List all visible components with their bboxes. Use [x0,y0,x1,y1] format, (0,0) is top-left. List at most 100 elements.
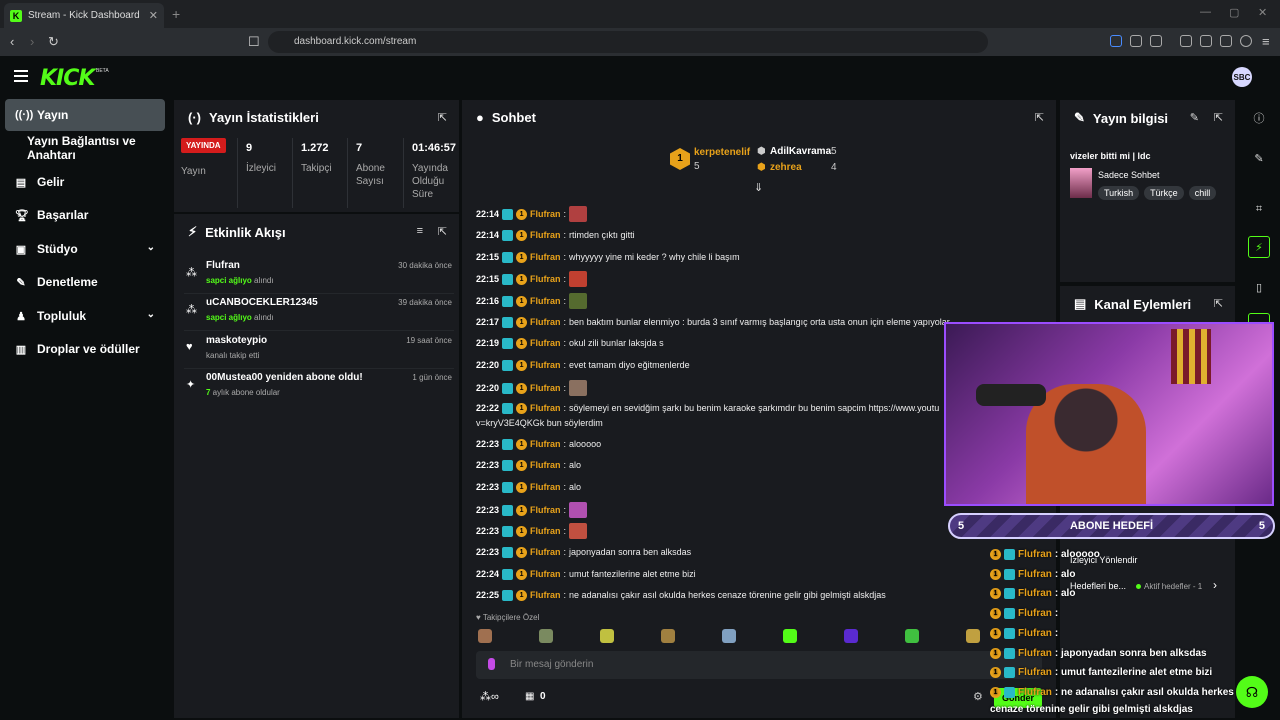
popout-icon[interactable]: ⇱ [1035,111,1044,124]
emote-button[interactable] [966,629,980,643]
popout-icon[interactable]: ⇱ [1214,297,1223,310]
edit-icon[interactable]: ✎ [1190,111,1199,124]
message-username[interactable]: Flufran [530,228,561,242]
activity-reward: sapci ağlıyo [206,313,252,322]
emote-button[interactable] [539,629,553,643]
message-username[interactable]: Flufran [530,480,561,494]
bolt-icon[interactable]: ⚡︎ [1248,236,1270,258]
activity-name: 00Mustea00 yeniden abone oldu! [206,372,363,383]
filter-icon[interactable]: ≡ [417,225,423,237]
popout-icon[interactable]: ⇱ [1214,111,1223,124]
message-username[interactable]: Flufran [530,545,561,559]
sidebar-item-gelir[interactable]: ▤ Gelir [5,166,165,198]
tabs-icon[interactable] [1200,35,1212,47]
popout-icon[interactable]: ⇱ [438,111,447,124]
leader-first[interactable]: kerpetenelif [694,147,750,158]
message-username[interactable]: Flufran [530,381,561,395]
emote-button[interactable] [905,629,919,643]
tag[interactable]: Türkçe [1144,186,1184,200]
window-close-icon[interactable]: ✕ [1258,6,1267,19]
message-username[interactable]: Flufran [530,250,561,264]
browser-tab[interactable]: K Stream - Kick Dashboard ✕ [4,3,164,28]
emote-button[interactable] [722,629,736,643]
hamburger-menu-icon[interactable] [14,70,28,82]
sound-icon[interactable] [1110,35,1122,47]
stats-header: (·) Yayın İstatistikleri [188,110,319,125]
message-username[interactable]: Flufran [530,503,561,517]
sidebar-icon[interactable] [1180,35,1192,47]
menu-icon[interactable]: ≡ [1262,34,1270,49]
message-username[interactable]: Flufran [530,207,561,221]
drops-icon: ▥ [15,343,27,356]
message-time: 22:23 [476,460,500,470]
emote-button[interactable] [844,629,858,643]
tag[interactable]: Turkish [1098,186,1140,200]
gift-icon[interactable]: ▦ [525,691,534,702]
support-icon[interactable]: ☊ [1236,676,1268,708]
sidebar-item-yayin[interactable]: ((·)) Yayın [5,99,165,131]
emote-button[interactable] [661,629,675,643]
wallet-icon[interactable] [1150,35,1162,47]
sidebar-item-label: Yayın Bağlantısı ve Anahtarı [27,134,136,162]
sidebar-item-topluluk[interactable]: ♟ Topluluk ⌄ [5,300,165,332]
message-text: v=kryV3E4QKGk bun söylerdim [476,418,603,428]
sidebar-item-stream-key[interactable]: Yayın Bağlantısı ve Anahtarı [5,132,165,164]
forward-icon[interactable]: › [30,34,34,49]
message-username[interactable]: Flufran [530,524,561,538]
goal-current: 5 [958,520,965,532]
emote-button[interactable] [478,629,492,643]
message-username[interactable]: Flufran [530,437,561,451]
message-username[interactable]: Flufran [530,294,561,308]
document-icon[interactable]: ▯ [1248,276,1270,298]
message-username[interactable]: Flufran [530,401,561,415]
sidebar-item-basarilar[interactable]: 🏆︎ Başarılar [5,199,165,231]
message-username[interactable]: Flufran [530,567,561,581]
emote-button[interactable] [783,629,797,643]
message-username[interactable]: Flufran [530,315,561,329]
url-field[interactable]: dashboard.kick.com/stream [268,31,988,53]
collapse-icon[interactable]: ⇓ [754,181,763,194]
ai-icon[interactable] [1220,35,1232,47]
community-icon[interactable]: ⁂∞ [480,690,499,703]
activity-time: 39 dakika önce [398,298,452,307]
message-username[interactable]: Flufran [530,336,561,350]
message-username[interactable]: Flufran [530,588,561,602]
leader-second[interactable]: AdilKavrama [770,146,831,157]
pen-icon[interactable]: ✎ [1248,147,1270,169]
settings-gear-icon[interactable]: ⚙ [973,690,983,703]
sidebar-item-studyo[interactable]: ▣ Stüdyo ⌄ [5,233,165,265]
goals-link[interactable]: Hedefleri be... [1070,581,1126,591]
message-text: alo [569,460,582,470]
overlay-chat-line: 1 Flufran: japonyadan sonra ben alksdas [990,647,1207,659]
user-avatar[interactable]: SBC [1232,67,1252,87]
leader-third[interactable]: zehrea [770,162,802,173]
vpn-icon[interactable] [1240,35,1252,47]
chat-input[interactable]: Bir mesaj gönderin [476,651,1042,679]
emote-image [569,380,588,396]
maximize-icon[interactable]: ▢ [1229,6,1239,19]
rank-badge-icon: 1 [990,627,1001,639]
message-username[interactable]: Flufran [530,272,561,286]
new-tab-icon[interactable]: + [172,6,180,22]
back-icon[interactable]: ‹ [10,34,14,49]
chevron-right-icon[interactable]: › [1213,578,1217,592]
info-icon[interactable]: ⓘ [1248,107,1270,129]
reload-icon[interactable]: ↻ [48,34,59,50]
message-username[interactable]: Flufran [530,358,561,372]
chat-message: 22:14 1 Flufran: [476,206,1036,222]
mic-icon[interactable] [488,658,495,670]
points-count: 0 [540,691,546,702]
bookmark-icon[interactable]: ☐ [248,34,260,50]
sidebar-item-denetleme[interactable]: ✎ Denetleme [5,266,165,298]
emote-button[interactable] [600,629,614,643]
message-username[interactable]: Flufran [530,458,561,472]
sidebar-item-droplar[interactable]: ▥ Droplar ve ödüller [5,333,165,365]
message-time: 22:14 [476,209,500,219]
popout-icon[interactable]: ⇱ [438,225,447,238]
crop-icon[interactable]: ⌗ [1248,198,1270,220]
extensions-icon[interactable] [1130,35,1142,47]
kick-logo[interactable]: KICK [40,66,95,91]
close-tab-icon[interactable]: ✕ [149,9,158,22]
tag[interactable]: chill [1188,186,1217,200]
minimize-icon[interactable]: — [1200,6,1211,18]
